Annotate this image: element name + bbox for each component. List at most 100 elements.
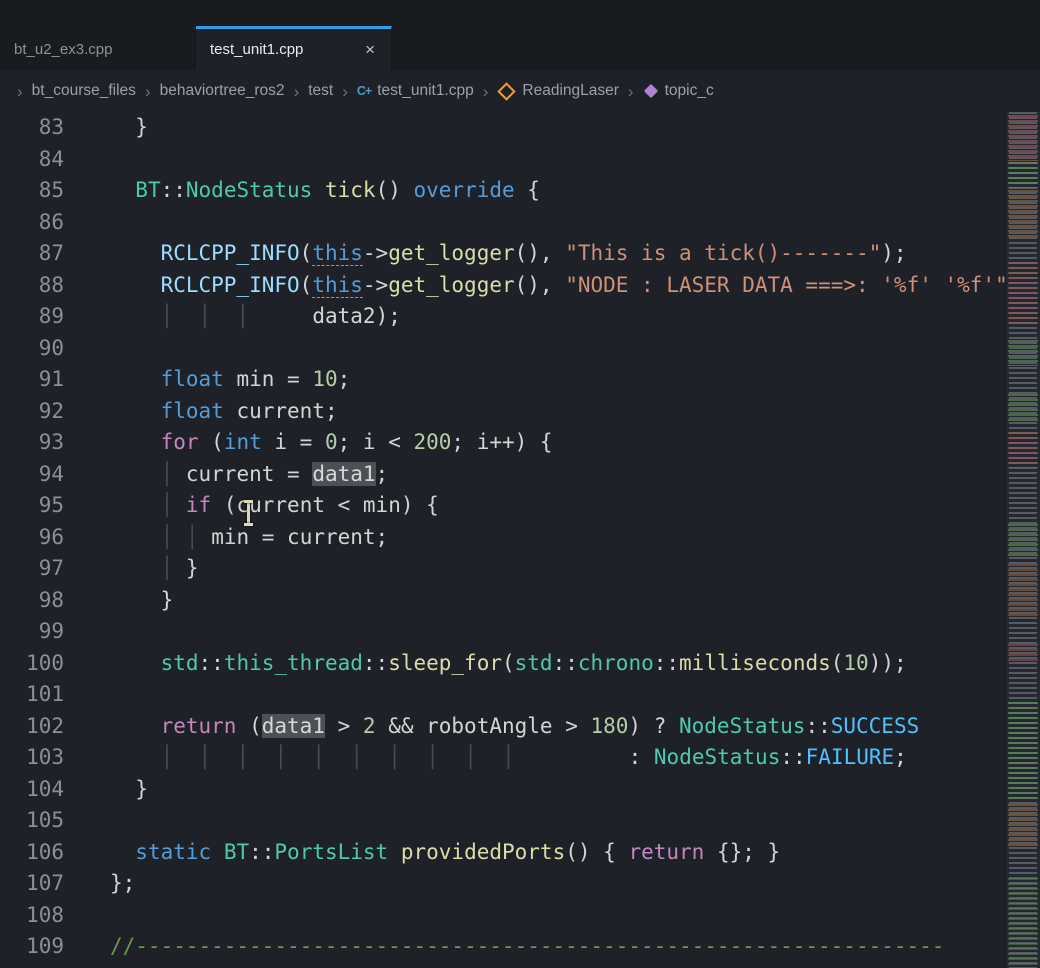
code-line[interactable]: 89 │ │ │ data2); xyxy=(0,301,1040,333)
code-token xyxy=(110,745,161,769)
chevron-right-icon: › xyxy=(483,83,489,100)
code-line[interactable]: 104 } xyxy=(0,774,1040,806)
tab-close-icon[interactable]: × xyxy=(363,40,377,60)
indent-guide: │ xyxy=(186,525,199,549)
breadcrumb-item-test[interactable]: test xyxy=(308,82,333,100)
code-token: chrono xyxy=(578,651,654,675)
code-line[interactable]: 97 │ } xyxy=(0,553,1040,585)
code-token xyxy=(363,745,388,769)
code-token: BT xyxy=(224,840,249,864)
code-line[interactable]: 87 RCLCPP_INFO(this->get_logger(), "This… xyxy=(0,238,1040,270)
code-line[interactable]: 109//-----------------------------------… xyxy=(0,931,1040,963)
chevron-right-icon: › xyxy=(145,83,151,100)
code-line[interactable]: 94 │ current = data1; xyxy=(0,459,1040,491)
code-line-text: │ } xyxy=(64,553,1040,585)
code-line[interactable]: 84 xyxy=(0,144,1040,176)
code-token: -> xyxy=(363,273,388,297)
code-token: ; xyxy=(376,462,389,486)
code-line-text xyxy=(64,616,1040,648)
code-token: }; xyxy=(110,871,135,895)
code-line[interactable]: 99 xyxy=(0,616,1040,648)
tab-bar: bt_u2_ex3.cpp test_unit1.cpp × xyxy=(0,26,1040,70)
code-editor[interactable]: 83 }8485 BT::NodeStatus tick() override … xyxy=(0,112,1040,968)
code-token: current = xyxy=(173,462,312,486)
code-line-text: RCLCPP_INFO(this->get_logger(), "NODE : … xyxy=(64,270,1040,302)
code-token: 2 xyxy=(363,714,376,738)
code-token xyxy=(110,273,161,297)
code-line-text: │ │ │ data2); xyxy=(64,301,1040,333)
code-token: FAILURE xyxy=(806,745,895,769)
code-line[interactable]: 98 } xyxy=(0,585,1040,617)
code-token: } xyxy=(110,777,148,801)
code-token: :: xyxy=(805,714,830,738)
breadcrumb-item-test_unit1.cpp[interactable]: test_unit1.cpp xyxy=(357,82,474,100)
code-token xyxy=(388,840,401,864)
line-number: 97 xyxy=(0,553,64,585)
minimap-pattern xyxy=(1008,394,1038,424)
minimap-pattern xyxy=(1008,702,1038,802)
code-token: () { xyxy=(565,840,628,864)
breadcrumb-item-behaviortree_ros2[interactable]: behaviortree_ros2 xyxy=(160,82,285,100)
code-line-text: return (data1 > 2 && robotAngle > 180) ?… xyxy=(64,711,1040,743)
code-token: (current < min) { xyxy=(211,493,439,517)
breadcrumb-label: bt_course_files xyxy=(32,82,136,100)
code-line[interactable]: 85 BT::NodeStatus tick() override { xyxy=(0,175,1040,207)
code-token xyxy=(477,745,502,769)
code-line[interactable]: 101 xyxy=(0,679,1040,711)
line-number: 84 xyxy=(0,144,64,176)
code-token: ; i < xyxy=(338,430,414,454)
breadcrumb-item-ReadingLaser[interactable]: ReadingLaser xyxy=(497,82,619,100)
line-number: 83 xyxy=(0,112,64,144)
code-token xyxy=(211,840,224,864)
code-token: (), xyxy=(515,241,566,265)
code-token: float xyxy=(161,367,224,391)
line-number: 88 xyxy=(0,270,64,302)
code-line[interactable]: 96 │ │ min = current; xyxy=(0,522,1040,554)
chevron-right-icon: › xyxy=(628,83,634,100)
code-line-text: │ │ min = current; xyxy=(64,522,1040,554)
code-line[interactable]: 88 RCLCPP_INFO(this->get_logger(), "NODE… xyxy=(0,270,1040,302)
code-token: RCLCPP_INFO xyxy=(161,241,300,265)
minimap[interactable] xyxy=(1005,112,1040,968)
code-token: > xyxy=(325,714,363,738)
breadcrumb-label: topic_c xyxy=(665,82,714,100)
indent-guide: │ xyxy=(236,304,249,328)
code-line[interactable]: 107}; xyxy=(0,868,1040,900)
code-line[interactable]: 100 std::this_thread::sleep_for(std::chr… xyxy=(0,648,1040,680)
code-line[interactable]: 83 } xyxy=(0,112,1040,144)
minimap-pattern xyxy=(1008,432,1038,468)
code-token: 10 xyxy=(843,651,868,675)
code-token: std xyxy=(161,651,199,675)
breadcrumb-item-topic_c[interactable]: topic_c xyxy=(643,82,714,100)
code-line[interactable]: 91 float min = 10; xyxy=(0,364,1040,396)
code-token: this_thread xyxy=(224,651,363,675)
code-token: return xyxy=(161,714,237,738)
code-token xyxy=(110,178,135,202)
indent-guide: │ xyxy=(161,304,174,328)
code-line[interactable]: 105 xyxy=(0,805,1040,837)
indent-guide: │ xyxy=(161,525,174,549)
code-line[interactable]: 106 static BT::PortsList providedPorts()… xyxy=(0,837,1040,869)
tab-label: test_unit1.cpp xyxy=(210,41,303,58)
code-line[interactable]: 90 xyxy=(0,333,1040,365)
code-line[interactable]: 108 xyxy=(0,900,1040,932)
minimap-pattern xyxy=(1008,340,1038,366)
code-line[interactable]: 95 │ if (current < min) { xyxy=(0,490,1040,522)
minimap-pattern xyxy=(1008,115,1038,161)
code-token xyxy=(110,651,161,675)
code-line[interactable]: 102 return (data1 > 2 && robotAngle > 18… xyxy=(0,711,1040,743)
code-token xyxy=(312,178,325,202)
code-line[interactable]: 92 float current; xyxy=(0,396,1040,428)
breadcrumb-item-bt_course_files[interactable]: bt_course_files xyxy=(32,82,136,100)
code-line[interactable]: 93 for (int i = 0; i < 200; i++) { xyxy=(0,427,1040,459)
tab-bt_u2_ex3.cpp[interactable]: bt_u2_ex3.cpp xyxy=(0,26,196,70)
tab-test_unit1.cpp[interactable]: test_unit1.cpp × xyxy=(196,26,392,70)
code-line[interactable]: 103 │ │ │ │ │ │ │ │ │ │ : NodeStatus::FA… xyxy=(0,742,1040,774)
code-line[interactable]: 86 xyxy=(0,207,1040,239)
indent-guide: │ xyxy=(161,556,174,580)
code-token: :: xyxy=(199,651,224,675)
code-line-text xyxy=(64,144,1040,176)
indent-guide: │ xyxy=(350,745,363,769)
code-token: tick xyxy=(325,178,376,202)
indent-guide: │ xyxy=(502,745,515,769)
